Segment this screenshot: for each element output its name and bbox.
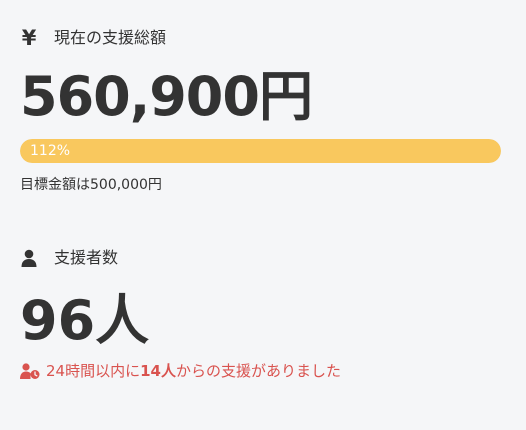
funding-progress-bar: 112%: [20, 139, 501, 163]
funding-progress-fill: [20, 139, 501, 163]
funding-amount-unit: 円: [258, 65, 313, 128]
recent-supporters-suffix: からの支援がありました: [175, 362, 341, 380]
supporter-count-unit: 人: [95, 289, 150, 352]
funding-amount: 560,900 円: [20, 62, 313, 132]
recent-supporters-notice: 24時間以内に 14人 からの支援がありました: [20, 360, 341, 382]
funding-goal-text: 目標金額は500,000円: [20, 177, 162, 193]
recent-supporters-prefix: 24時間以内に: [46, 362, 141, 380]
funding-progress-label: 112%: [30, 143, 71, 159]
user-icon: [20, 246, 38, 270]
user-clock-icon: [20, 362, 40, 380]
supporter-count: 96 人: [20, 286, 149, 356]
funding-total-title: 現在の支援総額: [54, 28, 167, 47]
funding-total-header: ¥ 現在の支援総額: [20, 26, 166, 50]
yen-icon: ¥: [21, 26, 37, 50]
funding-amount-value: 560,900: [20, 65, 260, 128]
supporter-count-value: 96: [20, 289, 96, 352]
supporter-count-title: 支援者数: [54, 248, 119, 267]
recent-supporters-count: 14人: [140, 362, 176, 380]
supporter-count-header: 支援者数: [20, 246, 118, 270]
